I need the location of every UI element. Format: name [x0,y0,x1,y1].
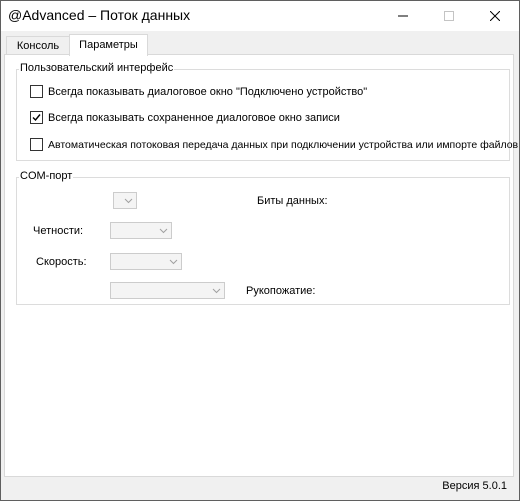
close-button[interactable] [472,1,518,31]
parity-select[interactable] [110,222,172,239]
tab-parameters-label: Параметры [79,39,138,51]
minimize-button[interactable] [380,1,426,31]
checkmark-icon [32,114,41,122]
tab-strip: Консоль Параметры [1,31,519,56]
ui-group: Пользовательский интерфейс Всегда показы… [16,62,518,161]
parameters-panel: Пользовательский интерфейс Всегда показы… [4,54,518,477]
tab-console[interactable]: Консоль [6,36,70,55]
checkbox-box[interactable] [30,85,43,98]
checkbox-show-saved-record-dialog[interactable]: Всегда показывать сохраненное диалоговое… [30,111,340,124]
chevron-down-icon [166,254,181,269]
checkbox-label: Автоматическая потоковая передача данных… [48,138,519,151]
checkbox-box[interactable] [30,138,43,151]
checkbox-label: Всегда показывать сохраненное диалоговое… [48,111,340,124]
data-bits-select[interactable] [113,192,137,209]
title-bar[interactable]: @Advanced – Поток данных [1,1,519,31]
tab-console-label: Консоль [16,40,60,52]
window-title: @Advanced – Поток данных [8,7,191,23]
checkbox-label: Всегда показывать диалоговое окно "Подкл… [48,85,368,98]
com-port-group: COM-порт Биты данных: Четности: Скорость… [16,170,510,305]
chevron-down-icon [121,193,136,208]
version-label: Версия 5.0.1 [442,480,507,492]
chevron-down-icon [156,223,171,238]
maximize-button[interactable] [426,1,472,31]
parity-label: Четности: [33,225,84,237]
ui-group-title: Пользовательский интерфейс [19,62,175,74]
checkbox-show-connected-dialog[interactable]: Всегда показывать диалоговое окно "Подкл… [30,85,367,98]
app-window: @Advanced – Поток данных Консоль Парамет… [0,0,520,501]
handshake-select[interactable] [110,282,225,299]
com-port-group-title: COM-порт [19,170,74,182]
chevron-down-icon [209,283,224,298]
speed-select[interactable] [110,253,182,270]
close-icon [490,11,500,21]
checkbox-box-checked[interactable] [30,111,43,124]
speed-label: Скорость: [36,256,87,268]
minimize-icon [398,15,408,17]
tab-parameters[interactable]: Параметры [69,34,148,56]
maximize-icon [444,11,454,21]
checkbox-auto-stream[interactable]: Автоматическая потоковая передача данных… [30,138,518,151]
data-bits-label: Биты данных: [257,195,328,207]
handshake-label: Рукопожатие: [246,285,316,297]
